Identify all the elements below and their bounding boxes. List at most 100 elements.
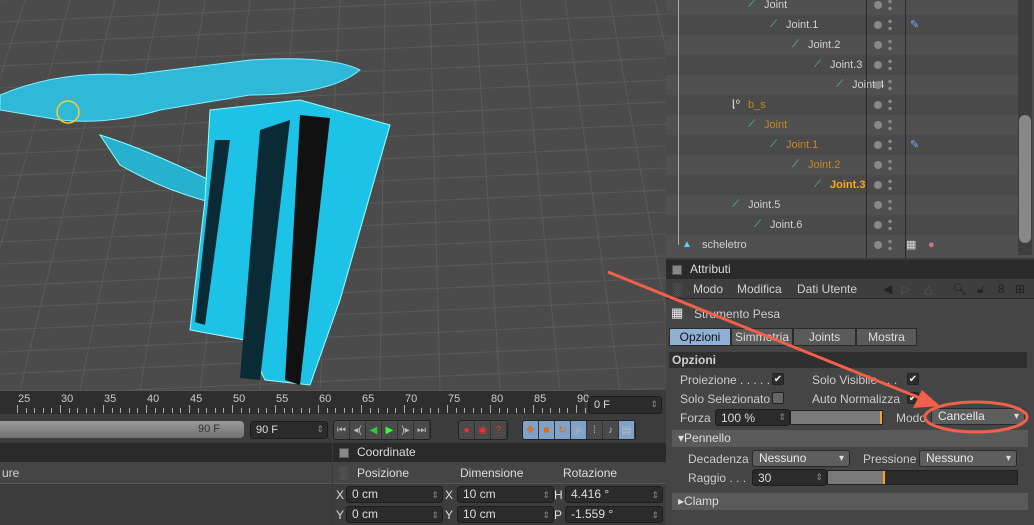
proiezione-checkbox[interactable]: ✔ bbox=[772, 373, 784, 385]
menu-modifica[interactable]: Modifica bbox=[737, 279, 782, 299]
go-to-start-icon[interactable]: ⏮ bbox=[334, 421, 350, 439]
rotation-field[interactable]: -1.559 ° ⇕ bbox=[565, 506, 663, 523]
visibility-dot[interactable] bbox=[874, 1, 882, 9]
object-row[interactable]: ⟋ Joint.2 bbox=[666, 155, 1018, 175]
forza-slider[interactable] bbox=[790, 410, 883, 425]
render-dots[interactable] bbox=[888, 118, 892, 132]
tab-joints[interactable]: Joints bbox=[793, 328, 856, 346]
scrollbar[interactable] bbox=[1018, 0, 1032, 255]
render-dots[interactable] bbox=[888, 138, 892, 152]
menu-dati-utente[interactable]: Dati Utente bbox=[797, 279, 857, 299]
timeline-ruler[interactable]: 25 30 35 40 45 50 55 60 65 70 75 80 85 90 bbox=[0, 390, 612, 414]
sound-icon[interactable]: ♪ bbox=[603, 421, 619, 439]
pressione-dropdown[interactable]: Nessuno bbox=[919, 450, 1017, 467]
visibility-dot[interactable] bbox=[874, 181, 882, 189]
visibility-dot[interactable] bbox=[874, 141, 882, 149]
object-row[interactable]: ⟋ Joint.1 ✎ bbox=[666, 135, 1018, 155]
visibility-dot[interactable] bbox=[874, 241, 882, 249]
new-panel-icon[interactable]: ⊞ bbox=[1015, 279, 1025, 299]
render-dots[interactable] bbox=[888, 18, 892, 32]
visibility-dot[interactable] bbox=[874, 121, 882, 129]
rotation-field[interactable]: 4.416 ° ⇕ bbox=[565, 486, 663, 503]
weight-tag-icon[interactable]: ✎ bbox=[910, 15, 919, 35]
link-icon[interactable]: 8 bbox=[998, 279, 1005, 299]
visibility-dot[interactable] bbox=[874, 201, 882, 209]
object-row[interactable]: ▲ scheletro ▦ ● bbox=[666, 235, 1018, 255]
object-row[interactable]: ⟋ Joint.5 bbox=[666, 195, 1018, 215]
visibility-dot[interactable] bbox=[874, 101, 882, 109]
auto-normalizza-checkbox[interactable]: ✔ bbox=[907, 392, 919, 404]
timeline-range-slider[interactable]: 90 F bbox=[0, 421, 244, 438]
position-field[interactable]: 0 cm ⇕ bbox=[346, 506, 443, 523]
scrollbar-thumb[interactable] bbox=[1019, 115, 1031, 243]
move-icon[interactable]: ✥ bbox=[523, 421, 539, 439]
render-dots[interactable] bbox=[888, 198, 892, 212]
end-frame-field[interactable]: 90 F ⇕ bbox=[250, 421, 328, 439]
visibility-dot[interactable] bbox=[874, 161, 882, 169]
layout-icon[interactable]: ▤ bbox=[619, 421, 635, 439]
param-icon[interactable]: Ⓟ bbox=[571, 421, 587, 439]
object-row[interactable]: ⟋ Joint.4 bbox=[666, 75, 1018, 95]
clamp-section-toggle[interactable]: ▸Clamp bbox=[672, 493, 1028, 510]
raggio-field[interactable]: 30 ⇕ bbox=[752, 469, 827, 486]
modo-dropdown[interactable]: Cancella bbox=[931, 408, 1025, 425]
object-row[interactable]: ⟋ Joint bbox=[666, 0, 1018, 15]
position-field[interactable]: 0 cm ⇕ bbox=[346, 486, 443, 503]
render-dots[interactable] bbox=[888, 58, 892, 72]
current-frame-field[interactable]: 0 F ⇕ bbox=[588, 396, 662, 414]
render-dots[interactable] bbox=[888, 178, 892, 192]
render-dots[interactable] bbox=[888, 78, 892, 92]
visibility-dot[interactable] bbox=[874, 81, 882, 89]
object-row[interactable]: ⌊⁰ b_s bbox=[666, 95, 1018, 115]
play-forward-icon[interactable]: ▶ bbox=[382, 421, 398, 439]
object-row[interactable]: ⟋ Joint.3 bbox=[666, 55, 1018, 75]
object-row[interactable]: ⟋ Joint.3 bbox=[666, 175, 1018, 195]
render-dots[interactable] bbox=[888, 238, 892, 252]
back-arrow-icon[interactable]: ◀ bbox=[883, 279, 892, 299]
lock-icon[interactable]: 🔓︎ bbox=[977, 279, 985, 299]
solo-selezionato-checkbox[interactable] bbox=[772, 392, 784, 404]
visibility-dot[interactable] bbox=[874, 41, 882, 49]
visibility-dot[interactable] bbox=[874, 21, 882, 29]
timeline-tick bbox=[412, 408, 414, 413]
tab-opzioni[interactable]: Opzioni bbox=[669, 328, 731, 346]
object-row[interactable]: ⟋ Joint.1 ✎ bbox=[666, 15, 1018, 35]
forza-field[interactable]: 100 % ⇕ bbox=[715, 409, 790, 426]
render-dots[interactable] bbox=[888, 98, 892, 112]
render-dots[interactable] bbox=[888, 38, 892, 52]
object-row[interactable]: ⟋ Joint.6 bbox=[666, 215, 1018, 235]
previous-key-icon[interactable]: ◂( bbox=[350, 421, 366, 439]
render-dots[interactable] bbox=[888, 0, 892, 12]
help-key-icon[interactable]: ? bbox=[491, 421, 507, 439]
object-row[interactable]: ⟋ Joint.2 bbox=[666, 35, 1018, 55]
decadenza-dropdown[interactable]: Nessuno bbox=[752, 450, 850, 467]
up-arrow-icon[interactable]: △ bbox=[924, 279, 933, 299]
rotate-icon[interactable]: ↻ bbox=[555, 421, 571, 439]
go-to-end-icon[interactable]: ⏭ bbox=[414, 421, 430, 439]
tab-mostra[interactable]: Mostra bbox=[856, 328, 917, 346]
render-dots[interactable] bbox=[888, 218, 892, 232]
forward-arrow-icon[interactable]: ▷ bbox=[901, 279, 910, 299]
skin-tag-icon[interactable]: ▦ bbox=[906, 235, 916, 255]
next-key-icon[interactable]: )▸ bbox=[398, 421, 414, 439]
solo-visibile-checkbox[interactable]: ✔ bbox=[907, 373, 919, 385]
pennello-section-toggle[interactable]: ▾Pennello bbox=[672, 430, 1028, 447]
weight-tag-icon[interactable]: ✎ bbox=[910, 135, 919, 155]
tab-simmetria[interactable]: Simmetria bbox=[731, 328, 793, 346]
play-backward-icon[interactable]: ◀ bbox=[366, 421, 382, 439]
render-dots[interactable] bbox=[888, 158, 892, 172]
object-row[interactable]: ⟋ Joint bbox=[666, 115, 1018, 135]
material-tag-icon[interactable]: ● bbox=[928, 235, 935, 255]
search-icon[interactable]: 🔍︎ bbox=[952, 279, 967, 299]
points-icon[interactable]: ⁞ bbox=[587, 421, 603, 439]
scale-icon[interactable]: ■ bbox=[539, 421, 555, 439]
menu-modo[interactable]: Modo bbox=[693, 279, 723, 299]
dimension-field[interactable]: 10 cm ⇕ bbox=[457, 506, 554, 523]
raggio-slider[interactable] bbox=[827, 470, 1018, 485]
record-key-icon[interactable]: ● bbox=[459, 421, 475, 439]
dimension-field[interactable]: 10 cm ⇕ bbox=[457, 486, 554, 503]
auto-key-icon[interactable]: ◉ bbox=[475, 421, 491, 439]
3d-viewport[interactable] bbox=[0, 0, 666, 390]
visibility-dot[interactable] bbox=[874, 221, 882, 229]
visibility-dot[interactable] bbox=[874, 61, 882, 69]
